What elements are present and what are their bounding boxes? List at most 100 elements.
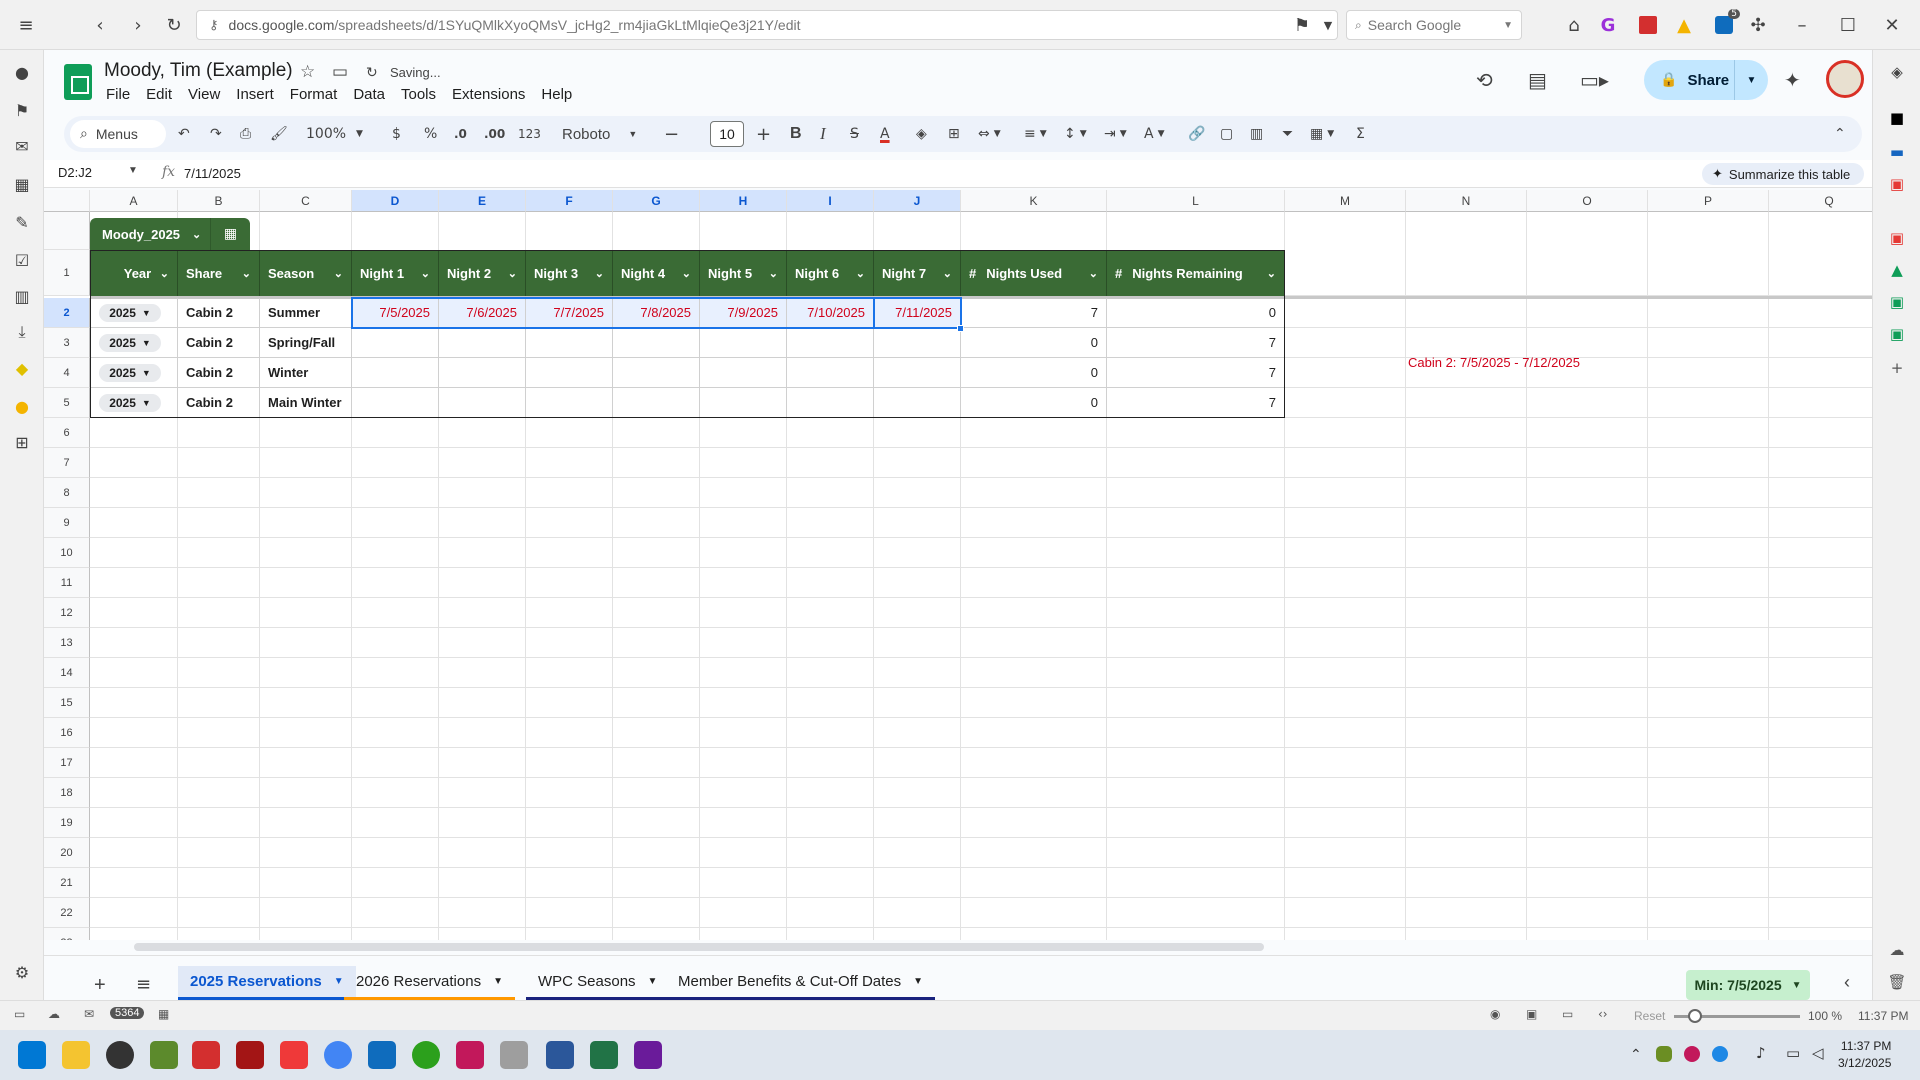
column-header-d[interactable]: D [352,190,439,212]
column-menu-chevron-icon[interactable]: ⌄ [1089,267,1098,280]
panel-toggle-icon[interactable]: ▭ [14,1007,25,1021]
zoom-slider-thumb[interactable] [1688,1009,1702,1023]
menu-file[interactable]: File [106,86,130,103]
cell-nights-remaining[interactable]: 7 [1107,328,1285,358]
bookmark-icon[interactable]: ⚑ [1290,13,1314,37]
column-menu-chevron-icon[interactable]: ⌄ [769,267,778,280]
strikethrough-icon[interactable]: S [850,124,859,144]
table-header-night-1[interactable]: Night 1 ⌄ [352,250,439,296]
cell-night-7[interactable]: 7/11/2025 [874,298,961,328]
app-purple-icon[interactable] [634,1041,662,1069]
app-camera-icon[interactable] [106,1041,134,1069]
side-sheets-icon[interactable]: ▣ [1885,290,1909,314]
cell-season[interactable]: Main Winter [260,388,352,418]
table-header-night-2[interactable]: Night 2 ⌄ [439,250,526,296]
row-header-8[interactable]: 8 [44,478,90,508]
side-red-icon[interactable]: ▣ [1885,172,1909,196]
site-info-icon[interactable]: ⚷ [209,18,219,33]
table-header-night-5[interactable]: Night 5 ⌄ [700,250,787,296]
cell-nights-remaining[interactable]: 7 [1107,388,1285,418]
vertical-align-icon[interactable]: ↕ ▼ [1064,124,1087,144]
mail-status-icon[interactable]: ✉ [84,1007,94,1021]
cell-night-1[interactable]: 7/5/2025 [352,298,439,328]
insert-link-icon[interactable]: 🔗 [1188,124,1205,144]
side-red2-icon[interactable]: ▣ [1885,226,1909,250]
cell-year[interactable]: 2025 ▼ [90,358,178,388]
drive-icon[interactable]: ▲ [1672,13,1696,37]
cell-nights-used[interactable]: 7 [961,298,1107,328]
row-header-7[interactable]: 7 [44,448,90,478]
percent-format-button[interactable]: % [424,124,437,144]
column-menu-chevron-icon[interactable]: ⌄ [242,267,251,280]
menu-data[interactable]: Data [353,86,385,103]
cell-night-6[interactable] [787,388,874,418]
sidebar-panel-yellow-icon[interactable]: ◆ [10,356,34,380]
file-explorer-icon[interactable] [62,1041,90,1069]
row-header-20[interactable]: 20 [44,838,90,868]
bluetooth-icon[interactable] [1712,1046,1728,1062]
column-header-c[interactable]: C [260,190,352,212]
year-dropdown-chip[interactable]: 2025 ▼ [99,303,161,322]
sheet-tab-member-benefits[interactable]: Member Benefits & Cut-Off Dates ▼ [666,966,936,1000]
tab-dropdown-icon[interactable]: ▼ [648,976,658,987]
column-menu-chevron-icon[interactable]: ⌄ [1267,267,1276,280]
volume-icon[interactable]: ◁ [1812,1044,1824,1062]
app-gray-icon[interactable] [500,1041,528,1069]
tab-dropdown-icon[interactable]: ▼ [493,976,503,987]
font-size-input[interactable]: 10 [710,121,744,147]
column-header-l[interactable]: L [1107,190,1285,212]
app-sheets-green-icon[interactable] [150,1041,178,1069]
cell-night-7[interactable] [874,358,961,388]
column-header-b[interactable]: B [178,190,260,212]
column-header-k[interactable]: K [961,190,1107,212]
meet-icon[interactable]: ▭▸ [1580,68,1609,92]
cell-night-4[interactable] [613,328,700,358]
address-bar[interactable]: ⚷ docs.google.com /spreadsheets/d/1SYuQM… [196,10,1338,40]
menu-edit[interactable]: Edit [146,86,172,103]
close-window-icon[interactable]: ✕ [1880,13,1904,37]
cell-nights-remaining[interactable]: 7 [1107,358,1285,388]
row-header-5[interactable]: 5 [44,388,90,418]
functions-icon[interactable]: Σ [1356,124,1365,144]
row-header-13[interactable]: 13 [44,628,90,658]
app-dark-red-icon[interactable] [236,1041,264,1069]
cell-night-2[interactable] [439,388,526,418]
paint-format-icon[interactable]: 🖌 [270,124,288,144]
version-history-icon[interactable]: ⟲ [1476,68,1493,92]
cell-night-1[interactable] [352,328,439,358]
side-cloud-icon[interactable]: ☁ [1885,938,1909,962]
table-name-chip[interactable]: Moody_2025 ⌄ ▦ [90,218,250,250]
cell-season[interactable]: Summer [260,298,352,328]
currency-format-button[interactable]: $ [392,124,401,144]
column-header-a[interactable]: A [90,190,178,212]
calendar-side-icon[interactable]: ■ [1885,106,1909,130]
cell-nights-used[interactable]: 0 [961,358,1107,388]
cell-nights-used[interactable]: 0 [961,388,1107,418]
panels-icon[interactable]: ◈ [1885,60,1909,84]
tiling-icon[interactable]: ▭ [1562,1007,1573,1021]
cell-share[interactable]: Cabin 2 [178,328,260,358]
table-header-share[interactable]: Share ⌄ [178,250,260,296]
undo-icon[interactable]: ↶ [178,124,190,144]
cell-night-7[interactable] [874,328,961,358]
column-header-q[interactable]: Q [1769,190,1872,212]
year-dropdown-chip[interactable]: 2025 ▼ [99,333,161,352]
sheet-tab-wpc-seasons[interactable]: WPC Seasons ▼ [526,966,670,1000]
back-icon[interactable]: ‹ [88,13,112,37]
fill-color-icon[interactable]: ◈ [916,124,927,144]
calendar-icon[interactable]: ▦ [10,172,34,196]
formula-input[interactable]: 7/11/2025 [184,166,241,181]
select-all-corner[interactable] [44,190,90,212]
search-dropdown-icon[interactable]: ▼ [1503,20,1513,31]
font-select[interactable]: Roboto ▼ [562,124,637,144]
forward-icon[interactable]: › [126,13,150,37]
text-rotation-icon[interactable]: A ▼ [1144,124,1165,144]
row-header-15[interactable]: 15 [44,688,90,718]
borders-icon[interactable]: ⊞ [948,124,960,144]
cell-night-1[interactable] [352,358,439,388]
cell-share[interactable]: Cabin 2 [178,358,260,388]
column-menu-chevron-icon[interactable]: ⌄ [334,267,343,280]
cell-night-5[interactable] [700,328,787,358]
network-icon[interactable]: ▭ [1786,1044,1800,1062]
cell-year[interactable]: 2025 ▼ [90,388,178,418]
